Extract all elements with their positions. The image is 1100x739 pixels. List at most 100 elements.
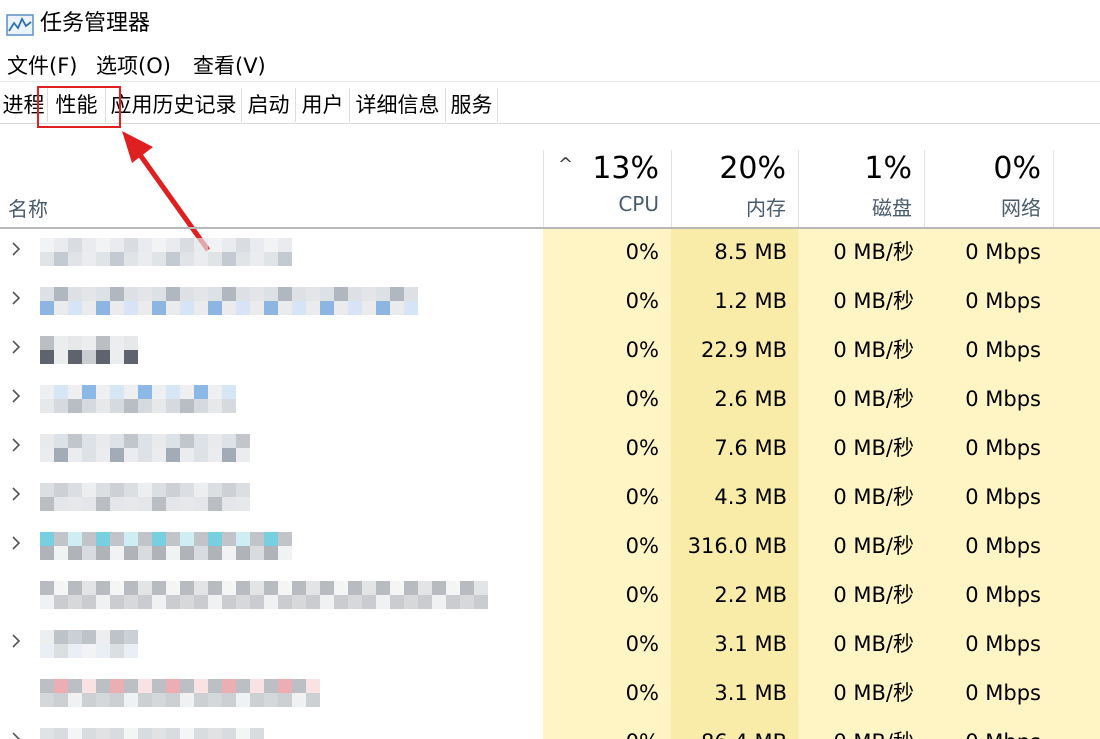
chevron-right-icon[interactable] <box>10 288 22 308</box>
cpu-cell: 0% <box>625 534 659 558</box>
chevron-right-icon[interactable] <box>10 729 22 739</box>
network-cell: 0 Mbps <box>965 387 1041 411</box>
tab-details[interactable]: 详细信息 <box>350 88 446 122</box>
column-header-disk[interactable]: 1% 磁盘 <box>798 150 924 228</box>
table-row[interactable]: 0% 86.4 MB 0 MB/秒 0 Mbps <box>0 718 1100 739</box>
menu-bar: 文件(F) 选项(O) 查看(V) <box>0 48 1100 82</box>
cpu-cell: 0% <box>625 583 659 607</box>
obscured-process-name <box>40 434 250 462</box>
disk-cell: 0 MB/秒 <box>833 289 914 313</box>
chevron-right-icon[interactable] <box>10 533 22 553</box>
network-cell: 0 Mbps <box>965 681 1041 705</box>
memory-cell: 7.6 MB <box>714 436 787 460</box>
menu-file[interactable]: 文件(F) <box>7 52 77 80</box>
memory-cell: 4.3 MB <box>714 485 787 509</box>
chevron-right-icon[interactable] <box>10 435 22 455</box>
highlight-box <box>37 86 121 128</box>
obscured-process-name <box>40 532 292 560</box>
network-cell: 0 Mbps <box>965 289 1041 313</box>
table-row[interactable]: 0% 2.2 MB 0 MB/秒 0 Mbps <box>0 571 1100 620</box>
chevron-right-icon[interactable] <box>10 386 22 406</box>
network-cell: 0 Mbps <box>965 436 1041 460</box>
table-row[interactable]: 0% 3.1 MB 0 MB/秒 0 Mbps <box>0 669 1100 718</box>
tab-users[interactable]: 用户 <box>296 88 350 122</box>
tab-bar: 进程 性能 应用历史记录 启动 用户 详细信息 服务 <box>0 86 1100 124</box>
cpu-cell: 0% <box>625 632 659 656</box>
memory-cell: 1.2 MB <box>714 289 787 313</box>
memory-cell: 2.2 MB <box>714 583 787 607</box>
table-row[interactable]: 0% 2.6 MB 0 MB/秒 0 Mbps <box>0 375 1100 424</box>
chevron-right-icon[interactable] <box>10 631 22 651</box>
table-row[interactable]: 0% 4.3 MB 0 MB/秒 0 Mbps <box>0 473 1100 522</box>
cpu-cell: 0% <box>625 681 659 705</box>
disk-cell: 0 MB/秒 <box>833 338 914 362</box>
menu-options[interactable]: 选项(O) <box>96 52 171 80</box>
table-row[interactable]: 0% 3.1 MB 0 MB/秒 0 Mbps <box>0 620 1100 669</box>
disk-cell: 0 MB/秒 <box>833 240 914 264</box>
memory-cell: 22.9 MB <box>701 338 787 362</box>
memory-cell: 2.6 MB <box>714 387 787 411</box>
network-cell: 0 Mbps <box>965 240 1041 264</box>
network-cell: 0 Mbps <box>924 728 1041 739</box>
obscured-process-name <box>40 336 138 364</box>
table-row[interactable]: 0% 22.9 MB 0 MB/秒 0 Mbps <box>0 326 1100 375</box>
network-cell: 0 Mbps <box>965 583 1041 607</box>
network-label: 网络 <box>1001 196 1041 220</box>
table-row[interactable]: 0% 1.2 MB 0 MB/秒 0 Mbps <box>0 277 1100 326</box>
network-cell: 0 Mbps <box>965 632 1041 656</box>
cpu-total: 13% <box>592 151 659 186</box>
column-header-network[interactable]: 0% 网络 <box>924 150 1054 228</box>
cpu-cell: 0% <box>625 338 659 362</box>
cpu-cell: 0% <box>625 289 659 313</box>
network-cell: 0 Mbps <box>965 534 1041 558</box>
memory-total: 20% <box>719 151 786 186</box>
cpu-cell: 0% <box>543 728 659 739</box>
obscured-process-name <box>40 728 264 739</box>
cpu-label: CPU <box>618 192 659 216</box>
disk-total: 1% <box>864 151 912 186</box>
table-row[interactable]: 0% 7.6 MB 0 MB/秒 0 Mbps <box>0 424 1100 473</box>
window-title: 任务管理器 <box>40 11 151 36</box>
obscured-process-name <box>40 581 488 609</box>
disk-cell: 0 MB/秒 <box>833 485 914 509</box>
chevron-right-icon[interactable] <box>10 484 22 504</box>
cpu-cell: 0% <box>625 240 659 264</box>
obscured-process-name <box>40 238 292 266</box>
disk-cell: 0 MB/秒 <box>833 632 914 656</box>
cpu-cell: 0% <box>625 436 659 460</box>
obscured-process-name <box>40 287 418 315</box>
memory-cell: 3.1 MB <box>714 681 787 705</box>
chart-monitor-icon <box>6 14 34 36</box>
menu-view[interactable]: 查看(V) <box>193 52 266 80</box>
network-cell: 0 Mbps <box>965 485 1041 509</box>
table-row[interactable]: 0% 316.0 MB 0 MB/秒 0 Mbps <box>0 522 1100 571</box>
memory-label: 内存 <box>746 196 786 220</box>
disk-cell: 0 MB/秒 <box>833 681 914 705</box>
disk-cell: 0 MB/秒 <box>833 387 914 411</box>
memory-cell: 316.0 MB <box>687 534 787 558</box>
disk-cell: 0 MB/秒 <box>833 534 914 558</box>
title-bar: 任务管理器 <box>0 0 1100 48</box>
cpu-cell: 0% <box>625 485 659 509</box>
column-header-cpu[interactable]: ^ 13% CPU <box>543 150 671 228</box>
memory-cell: 8.5 MB <box>714 240 787 264</box>
memory-cell: 86.4 MB <box>671 728 787 739</box>
disk-cell: 0 MB/秒 <box>798 728 914 739</box>
disk-cell: 0 MB/秒 <box>833 583 914 607</box>
column-header-memory[interactable]: 20% 内存 <box>671 150 798 228</box>
chevron-right-icon[interactable] <box>10 239 22 259</box>
network-cell: 0 Mbps <box>965 338 1041 362</box>
disk-cell: 0 MB/秒 <box>833 436 914 460</box>
table-row[interactable]: 0% 8.5 MB 0 MB/秒 0 Mbps <box>0 228 1100 277</box>
memory-cell: 3.1 MB <box>714 632 787 656</box>
column-header-name[interactable]: 名称 <box>8 193 48 222</box>
tab-app-history[interactable]: 应用历史记录 <box>106 88 242 122</box>
obscured-process-name <box>40 679 320 707</box>
cpu-cell: 0% <box>625 387 659 411</box>
disk-label: 磁盘 <box>872 196 912 220</box>
tab-startup[interactable]: 启动 <box>242 88 296 122</box>
obscured-process-name <box>40 385 236 413</box>
obscured-process-name <box>40 630 138 658</box>
tab-services[interactable]: 服务 <box>446 88 498 122</box>
chevron-right-icon[interactable] <box>10 337 22 357</box>
